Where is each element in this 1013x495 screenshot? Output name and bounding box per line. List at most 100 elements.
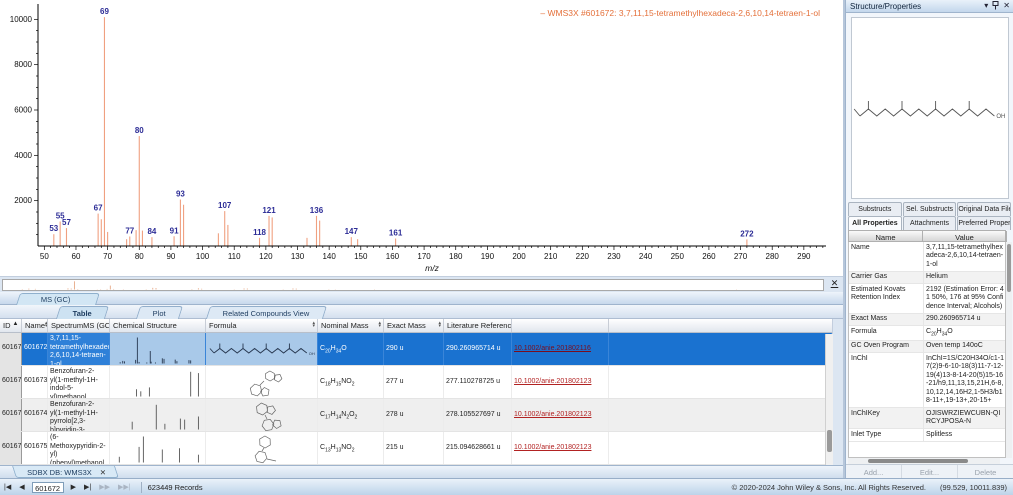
cell-spectrum[interactable] xyxy=(110,366,206,398)
table-row[interactable]: 60167601674Benzofuran-2-yl(1-methyl-1H-p… xyxy=(0,399,832,432)
property-name: InChI xyxy=(849,353,923,407)
cell-id[interactable]: 601673 xyxy=(22,366,48,398)
cell-name[interactable]: Benzofuran-2-yl(1-methyl-1H-pyrrolo[2,3-… xyxy=(48,399,110,431)
property-name: Inlet Type xyxy=(849,429,923,441)
records-count-label: 623449 Records xyxy=(148,483,203,492)
tab-sdbx-db[interactable]: SDBX DB: WMS3X✕ xyxy=(12,466,119,478)
column-header-filler[interactable] xyxy=(512,319,609,332)
cell-nominal-mass[interactable]: 290 u xyxy=(384,333,444,365)
cell-formula[interactable]: C20H34O xyxy=(318,333,384,365)
property-row[interactable]: InChIKeyOJISWRZIEWCUBN-QIRCYJPOSA-N xyxy=(849,408,1005,429)
cell-filler xyxy=(609,432,832,464)
scrollbar-thumb[interactable] xyxy=(1007,244,1011,292)
cell-name[interactable]: 3,7,11,15-tetramethylhexadeca-2,6,10,14-… xyxy=(48,333,110,365)
close-overview-icon[interactable]: ✕ xyxy=(828,278,841,291)
column-header-spectrum[interactable]: SpectrumMS (GC)▶ xyxy=(48,319,110,332)
cell-id[interactable]: 601674 xyxy=(22,399,48,431)
structure-viewer[interactable]: OH xyxy=(851,17,1009,199)
tab-related-compounds-view[interactable]: Related Compounds View xyxy=(206,306,327,319)
cell-nominal-mass[interactable]: 215 u xyxy=(384,432,444,464)
property-row[interactable]: GC Oven ProgramOven temp 140oC xyxy=(849,341,1005,354)
column-header-chemical-structure[interactable]: Chemical Structure xyxy=(110,319,206,332)
edit-button[interactable]: Edit... xyxy=(902,465,958,478)
tab-substructs[interactable]: Substructs xyxy=(848,202,902,216)
property-row[interactable]: Estimated Kovats Retention Index2192 (Es… xyxy=(849,284,1005,314)
scrollbar-thumb[interactable] xyxy=(868,459,968,463)
next-page-button[interactable]: ▶▶ xyxy=(95,483,114,491)
property-row[interactable]: Exact Mass290.260965714 u xyxy=(849,314,1005,327)
table-row[interactable]: 601676016723,7,11,15-tetramethylhexadeca… xyxy=(0,333,832,366)
cell-exact-mass[interactable]: 277.110278725 u xyxy=(444,366,512,398)
cell-exact-mass[interactable]: 278.105527697 u xyxy=(444,399,512,431)
column-header-doi[interactable]: Literature Reference DOI▴▾ xyxy=(444,319,512,332)
property-row[interactable]: Name3,7,11,15-tetramethylhexadeca-2,6,10… xyxy=(849,242,1005,272)
cell-exact-mass[interactable]: 290.260965714 u xyxy=(444,333,512,365)
cell-nominal-mass[interactable]: 277 u xyxy=(384,366,444,398)
tab-all-properties[interactable]: All Properties xyxy=(848,216,902,230)
last-page-button[interactable]: ▶▶| xyxy=(114,483,135,491)
cell-formula[interactable]: C17H14N2O2 xyxy=(318,399,384,431)
cell-formula[interactable]: C18H15NO2 xyxy=(318,366,384,398)
cell-name[interactable]: Benzofuran-2-yl(1-methyl-1H-indol-5-yl)m… xyxy=(48,366,110,398)
cell-structure[interactable] xyxy=(206,366,318,398)
current-record-input[interactable]: 601672 xyxy=(32,482,64,493)
first-record-button[interactable]: |◀ xyxy=(0,483,15,491)
property-row[interactable]: Inlet TypeSplitless xyxy=(849,429,1005,442)
spectrum-overview-strip[interactable] xyxy=(2,279,824,291)
doi-link[interactable]: 10.1002/anie.201802123 xyxy=(514,411,591,418)
doi-link[interactable]: 10.1002/anie.201802123 xyxy=(514,444,591,451)
table-row[interactable]: 60167601675(6-Methoxypyridin-2-yl)(pheny… xyxy=(0,432,832,465)
property-grid-header-value[interactable]: Value xyxy=(923,231,1007,242)
cell-id[interactable]: 601675 xyxy=(22,432,48,464)
svg-text:260: 260 xyxy=(702,252,716,261)
next-record-button[interactable]: ▶ xyxy=(67,483,80,491)
tab-table[interactable]: Table xyxy=(56,306,109,319)
cell-doi[interactable]: 10.1002/anie.201802123 xyxy=(512,432,609,464)
column-header-exact-mass[interactable]: Exact Mass▴▾ xyxy=(384,319,444,332)
tab-ms-gc[interactable]: MS (GC) xyxy=(16,293,99,305)
tab-attachments[interactable]: Attachments xyxy=(903,216,957,230)
add-button[interactable]: Add... xyxy=(846,465,902,478)
cell-doi[interactable]: 10.1002/anie.201802116 xyxy=(512,333,609,365)
doi-link[interactable]: 10.1002/anie.201802116 xyxy=(514,345,591,352)
cell-id[interactable]: 601672 xyxy=(22,333,48,365)
column-header-formula[interactable]: Formula▴▾ xyxy=(206,319,318,332)
cell-formula[interactable]: C13H13NO2 xyxy=(318,432,384,464)
property-row[interactable]: Carrier GasHelium xyxy=(849,272,1005,285)
property-grid-header-name[interactable]: Name xyxy=(849,231,923,242)
property-name: Carrier Gas xyxy=(849,272,923,284)
close-db-tab-icon[interactable]: ✕ xyxy=(100,468,106,477)
property-row[interactable]: FormulaC20H34O xyxy=(849,326,1005,341)
pin-icon[interactable] xyxy=(992,1,999,11)
property-row[interactable]: InChIInChI=1S/C20H34O/c1-17(2)9-6-10-18(… xyxy=(849,353,1005,408)
column-header-name[interactable]: Name▴▾ xyxy=(22,319,48,332)
last-record-button[interactable]: ▶| xyxy=(80,483,95,491)
cell-doi[interactable]: 10.1002/anie.201802123 xyxy=(512,366,609,398)
chevron-down-icon[interactable]: ▾ xyxy=(984,1,988,11)
tab-preferred-properties[interactable]: Preferred Properties xyxy=(957,216,1011,230)
cell-structure[interactable] xyxy=(206,432,318,464)
tab-sel-substructs[interactable]: Sel. Substructs xyxy=(903,202,957,216)
tab-original-data-files[interactable]: Original Data Files xyxy=(957,202,1011,216)
close-icon[interactable]: ✕ xyxy=(1003,1,1010,11)
cell-structure[interactable] xyxy=(206,399,318,431)
cell-name[interactable]: (6-Methoxypyridin-2-yl)(phenyl)methanol xyxy=(48,432,110,464)
cell-structure[interactable]: OH xyxy=(206,333,318,365)
property-grid-vertical-scrollbar[interactable] xyxy=(1006,242,1012,458)
column-header-id[interactable]: ID▲ xyxy=(0,319,22,332)
cell-nominal-mass[interactable]: 278 u xyxy=(384,399,444,431)
column-header-nominal-mass[interactable]: Nominal Mass▴▾ xyxy=(318,319,384,332)
table-row[interactable]: 60167601673Benzofuran-2-yl(1-methyl-1H-i… xyxy=(0,366,832,399)
doi-link[interactable]: 10.1002/anie.201802123 xyxy=(514,378,591,385)
cell-spectrum[interactable] xyxy=(110,432,206,464)
cell-spectrum[interactable] xyxy=(110,399,206,431)
cell-spectrum[interactable] xyxy=(110,333,206,365)
mass-spectrum-plot[interactable]: 2000400060008000100005060708090100110120… xyxy=(0,0,843,277)
table-vertical-scrollbar[interactable] xyxy=(825,334,833,465)
cell-exact-mass[interactable]: 215.094628661 u xyxy=(444,432,512,464)
tab-plot[interactable]: Plot xyxy=(136,306,183,319)
scrollbar-thumb[interactable] xyxy=(827,430,832,452)
delete-button[interactable]: Delete xyxy=(958,465,1013,478)
cell-doi[interactable]: 10.1002/anie.201802123 xyxy=(512,399,609,431)
previous-record-button[interactable]: ◀ xyxy=(15,483,28,491)
